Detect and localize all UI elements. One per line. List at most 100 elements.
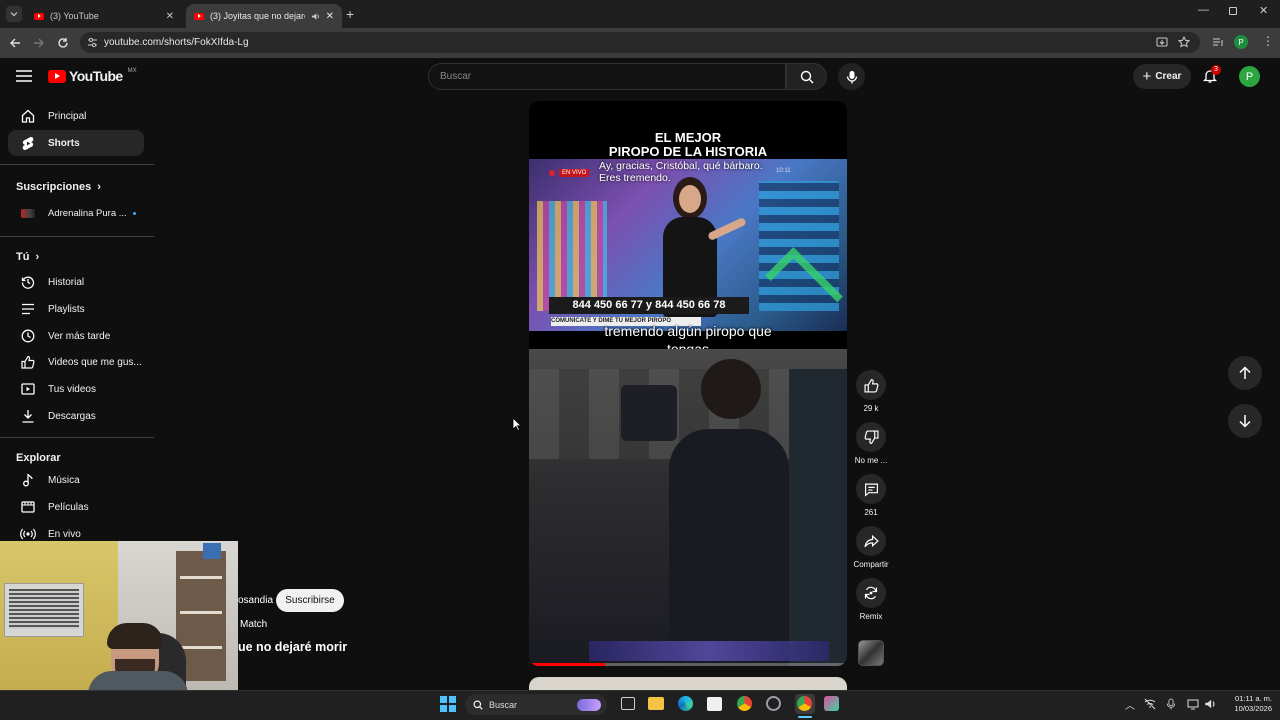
close-window-button[interactable]: ✕ — [1259, 4, 1268, 17]
hamburger-menu-icon[interactable] — [16, 70, 32, 82]
sidebar-item-subscription[interactable]: Adrenalina Pura ... — [8, 200, 144, 226]
sidebar-item-downloads[interactable]: Descargas — [8, 403, 144, 429]
sidebar-divider — [0, 236, 154, 237]
search-icon — [473, 700, 483, 710]
browser-tab[interactable]: (3) YouTube ✕ — [26, 4, 182, 28]
short-title[interactable]: ue no dejaré morir — [238, 640, 347, 654]
film-icon — [21, 501, 35, 513]
subscribe-label: Suscribirse — [285, 595, 335, 606]
you-heading[interactable]: Tú › — [16, 251, 39, 263]
notifications-button[interactable]: 3 — [1202, 65, 1221, 86]
back-icon[interactable] — [8, 36, 22, 50]
sidebar-item-historial[interactable]: Historial — [8, 269, 144, 295]
edge-icon[interactable] — [678, 696, 693, 711]
sidebar-item-playlists[interactable]: Playlists — [8, 296, 144, 322]
sound-label[interactable]: Match — [240, 619, 267, 630]
avatar[interactable]: P — [1239, 66, 1260, 87]
windows-start-icon[interactable] — [440, 696, 456, 712]
system-clock[interactable]: 01:11 a. m. 10/03/2026 — [1222, 694, 1272, 714]
sidebar-item-movies[interactable]: Películas — [8, 494, 144, 520]
sidebar-item-label: Ver más tarde — [48, 330, 111, 342]
comments-button[interactable]: 261 — [852, 474, 890, 517]
microphone-icon — [846, 70, 857, 83]
next-short-button[interactable] — [1228, 404, 1262, 438]
close-icon[interactable]: ✕ — [166, 11, 174, 22]
file-explorer-icon[interactable] — [648, 697, 664, 710]
browser-menu-icon[interactable]: ⋮ — [1262, 34, 1274, 48]
store-icon[interactable] — [707, 697, 722, 711]
network-off-icon[interactable] — [1144, 698, 1156, 710]
address-bar[interactable]: youtube.com/shorts/FokXIfda-Lg — [80, 32, 1200, 53]
media-queue-icon[interactable] — [1212, 36, 1224, 48]
task-view-icon[interactable] — [621, 697, 635, 710]
bookmark-star-icon[interactable] — [1178, 36, 1190, 48]
share-label: Compartir — [853, 560, 889, 569]
sidebar-item-your-videos[interactable]: Tus videos — [8, 376, 144, 402]
install-app-icon[interactable] — [1156, 36, 1168, 48]
comment-count: 261 — [864, 508, 878, 517]
chevron-right-icon: › — [97, 181, 101, 193]
search-button[interactable] — [786, 63, 827, 90]
previous-short-button[interactable] — [1228, 356, 1262, 390]
explore-heading: Explorar — [16, 452, 61, 464]
browser-tab-active[interactable]: (3) Joyitas que no dejaré m ✕ — [186, 4, 342, 28]
progress-track[interactable] — [529, 663, 847, 666]
like-button[interactable]: 29 k — [852, 370, 890, 413]
tv-set-graphic — [537, 201, 607, 311]
tab-search-button[interactable] — [6, 6, 22, 22]
app-icon[interactable] — [824, 696, 839, 711]
thumbs-down-icon — [864, 429, 879, 444]
subscribe-button[interactable]: Suscribirse — [276, 589, 344, 612]
create-button[interactable]: + Crear — [1133, 64, 1191, 89]
channel-name[interactable]: osandia — [238, 595, 273, 606]
subscriptions-heading[interactable]: Suscripciones › — [16, 181, 101, 193]
like-count: 29 k — [863, 404, 879, 413]
live-dot-icon — [549, 170, 555, 176]
display-icon[interactable] — [1187, 698, 1199, 710]
sidebar-item-label: En vivo — [48, 528, 81, 540]
speaker-icon[interactable] — [311, 12, 320, 21]
arrow-up-icon — [1239, 366, 1251, 379]
new-tab-button[interactable]: + — [346, 6, 354, 22]
share-button[interactable]: Compartir — [848, 526, 894, 569]
sidebar-item-shorts[interactable]: Shorts — [8, 130, 144, 156]
sidebar-item-liked-videos[interactable]: Videos que me gus... — [8, 349, 144, 375]
chrome-profile-icon[interactable] — [795, 694, 815, 714]
active-app-indicator — [798, 716, 812, 718]
dislike-button[interactable]: No me ... — [852, 422, 890, 465]
quote-caption: Ay, gracias, Cristóbal, qué bárbaro. Ere… — [599, 160, 763, 184]
remix-button[interactable]: Remix — [852, 578, 890, 621]
chrome-icon[interactable] — [737, 696, 752, 711]
sound-thumbnail[interactable] — [858, 640, 884, 666]
site-info-icon[interactable] — [87, 37, 98, 48]
taskbar-search-label: Buscar — [489, 699, 518, 710]
progress-fill — [529, 663, 606, 666]
tray-chevron-icon[interactable]: ︿ — [1125, 697, 1135, 712]
youtube-logo[interactable]: YouTube MX — [48, 68, 137, 84]
app-icon[interactable] — [766, 696, 781, 711]
minimize-button[interactable]: — — [1198, 4, 1209, 16]
close-icon[interactable]: ✕ — [326, 11, 334, 22]
sidebar-item-principal[interactable]: Principal — [8, 103, 144, 129]
volume-icon[interactable] — [1204, 698, 1216, 710]
microphone-icon[interactable] — [1166, 698, 1176, 710]
next-short-preview[interactable] — [529, 677, 847, 690]
maximize-button[interactable] — [1229, 7, 1237, 15]
sidebar-item-music[interactable]: Música — [8, 467, 144, 493]
forward-icon[interactable] — [32, 36, 46, 50]
short-video-player[interactable]: EL MEJOR PIROPO DE LA HISTORIA Ay, graci… — [529, 101, 847, 666]
region-code: MX — [127, 68, 137, 74]
clock-text: 10:11 — [776, 168, 791, 174]
sidebar-item-watch-later[interactable]: Ver más tarde — [8, 323, 144, 349]
voice-search-button[interactable] — [838, 63, 865, 90]
taskbar-search[interactable]: Buscar — [465, 694, 607, 715]
tab-title: (3) Joyitas que no dejaré m — [210, 11, 305, 21]
profile-avatar[interactable]: P — [1234, 35, 1248, 49]
search-input[interactable]: Buscar — [428, 63, 786, 90]
plus-icon: + — [1142, 67, 1152, 85]
chevron-right-icon: › — [35, 251, 40, 263]
thumbs-up-icon — [863, 378, 878, 393]
sidebar-divider — [0, 164, 154, 165]
reload-icon[interactable] — [56, 36, 70, 50]
search-placeholder: Buscar — [440, 71, 472, 82]
